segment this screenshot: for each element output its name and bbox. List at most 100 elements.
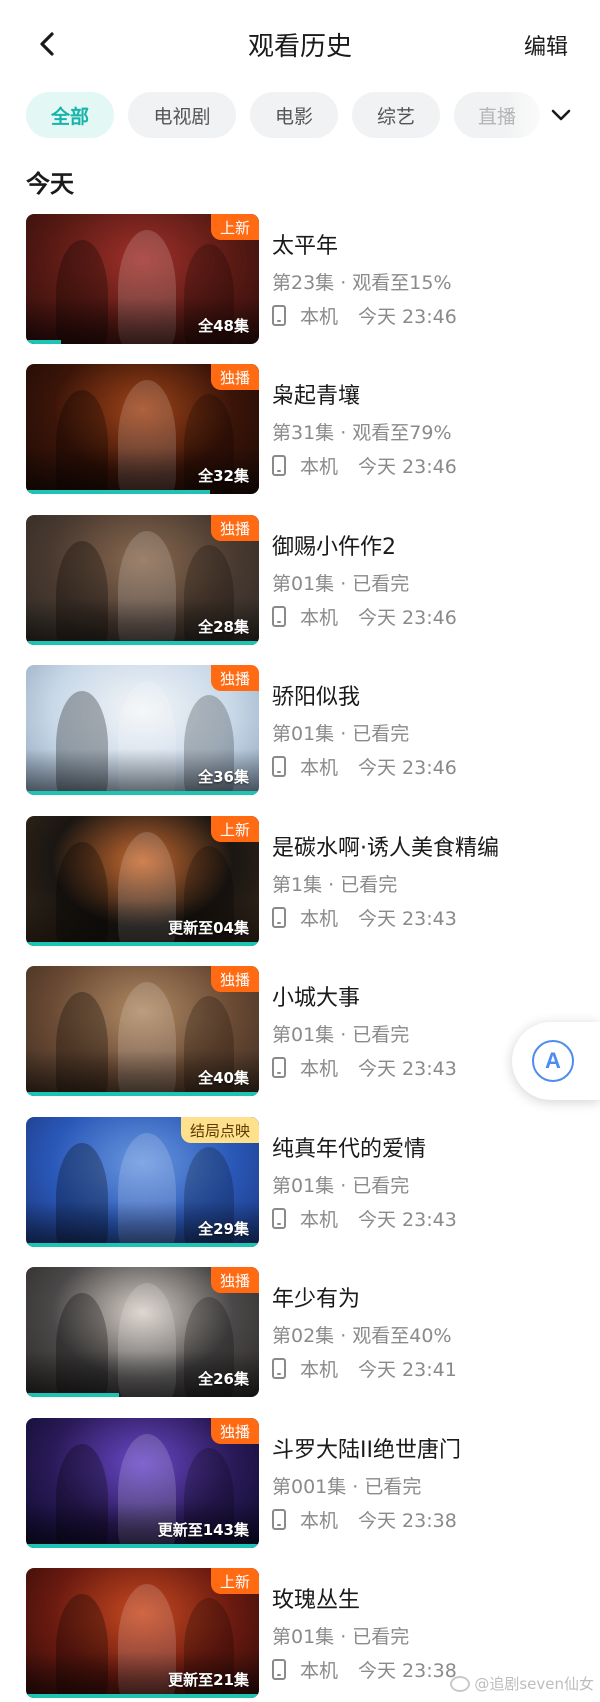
chevron-down-icon[interactable] [548, 102, 574, 128]
episode-progress-text: 第23集 · 观看至15% [272, 272, 452, 294]
device-row: 本机 今天 23:46 [272, 603, 457, 630]
phone-icon [272, 756, 286, 777]
device-label: 本机 [300, 1209, 339, 1231]
episode-count: 全40集 [198, 1069, 249, 1087]
episode-progress-text: 第01集 · 已看完 [272, 1024, 410, 1046]
device-row: 本机 今天 23:38 [272, 1506, 457, 1533]
status-badge: 上新 [210, 214, 259, 240]
history-item[interactable]: 独播 全40集 小城大事 第01集 · 已看完 本机 今天 23:43 [0, 966, 600, 1096]
episode-progress-text: 第01集 · 已看完 [272, 723, 410, 745]
poster-thumbnail[interactable]: 上新 更新至04集 [26, 816, 259, 946]
device-label: 本机 [300, 1359, 339, 1381]
status-badge: 独播 [210, 966, 259, 992]
watch-progress-bar [26, 340, 259, 344]
item-info: 斗罗大陆II绝世唐门 第001集 · 已看完 本机 今天 23:38 [272, 1418, 592, 1548]
show-title: 玫瑰丛生 [272, 1588, 361, 1613]
show-title: 纯真年代的爱情 [272, 1137, 427, 1162]
device-row: 本机 今天 23:43 [272, 904, 457, 931]
history-item[interactable]: 独播 全28集 御赐小仵作2 第01集 · 已看完 本机 今天 23:46 [0, 515, 600, 645]
show-title: 是碳水啊·诱人美食精编 [272, 836, 499, 861]
watch-progress-bar [26, 791, 259, 795]
phone-icon [272, 455, 286, 476]
watch-time: 今天 23:41 [358, 1359, 457, 1381]
watch-progress-fill [26, 641, 259, 645]
show-title: 骄阳似我 [272, 685, 361, 710]
phone-icon [272, 606, 286, 627]
section-title-today: 今天 [26, 170, 74, 198]
history-item[interactable]: 上新 更新至04集 是碳水啊·诱人美食精编 第1集 · 已看完 本机 今天 23… [0, 816, 600, 946]
history-item[interactable]: 独播 全32集 枭起青壤 第31集 · 观看至79% 本机 今天 23:46 [0, 364, 600, 494]
status-badge: 独播 [210, 1418, 259, 1444]
watch-progress-fill [26, 1092, 259, 1096]
poster-thumbnail[interactable]: 独播 全40集 [26, 966, 259, 1096]
phone-icon [272, 1057, 286, 1078]
history-item[interactable]: 上新 全48集 太平年 第23集 · 观看至15% 本机 今天 23:46 [0, 214, 600, 344]
device-row: 本机 今天 23:38 [272, 1656, 457, 1683]
floating-scan-button[interactable]: A [512, 1022, 600, 1100]
history-item[interactable]: 独播 全36集 骄阳似我 第01集 · 已看完 本机 今天 23:46 [0, 665, 600, 795]
watch-progress-bar [26, 1544, 259, 1548]
device-row: 本机 今天 23:46 [272, 753, 457, 780]
poster-thumbnail[interactable]: 上新 更新至21集 [26, 1568, 259, 1698]
history-item[interactable]: 独播 更新至143集 斗罗大陆II绝世唐门 第001集 · 已看完 本机 今天 … [0, 1418, 600, 1548]
history-item[interactable]: 结局点映 全29集 纯真年代的爱情 第01集 · 已看完 本机 今天 23:43 [0, 1117, 600, 1247]
filter-chip-variety[interactable]: 综艺 [352, 92, 440, 138]
status-badge: 上新 [210, 1568, 259, 1594]
poster-thumbnail[interactable]: 独播 更新至143集 [26, 1418, 259, 1548]
watch-progress-bar [26, 641, 259, 645]
history-item[interactable]: 独播 全26集 年少有为 第02集 · 观看至40% 本机 今天 23:41 [0, 1267, 600, 1397]
watch-time: 今天 23:46 [358, 456, 457, 478]
watch-progress-fill [26, 1243, 259, 1247]
filter-chip-all[interactable]: 全部 [26, 92, 114, 138]
item-info: 是碳水啊·诱人美食精编 第1集 · 已看完 本机 今天 23:43 [272, 816, 592, 946]
episode-count: 全28集 [198, 618, 249, 636]
show-title: 小城大事 [272, 986, 361, 1011]
device-label: 本机 [300, 1510, 339, 1532]
poster-thumbnail[interactable]: 独播 全28集 [26, 515, 259, 645]
episode-progress-text: 第02集 · 观看至40% [272, 1325, 452, 1347]
watch-time: 今天 23:46 [358, 306, 457, 328]
show-title: 太平年 [272, 234, 339, 259]
poster-thumbnail[interactable]: 独播 全36集 [26, 665, 259, 795]
device-label: 本机 [300, 306, 339, 328]
show-title: 御赐小仵作2 [272, 535, 396, 560]
filter-chip-live[interactable]: 直播 [454, 92, 540, 138]
edit-button[interactable]: 编辑 [524, 29, 568, 61]
watch-time: 今天 23:38 [358, 1660, 457, 1682]
filter-bar: 全部 电视剧 电影 综艺 直播 [0, 92, 600, 142]
item-info: 枭起青壤 第31集 · 观看至79% 本机 今天 23:46 [272, 364, 592, 494]
device-row: 本机 今天 23:41 [272, 1355, 457, 1382]
watermark-text: @追剧seven仙女 [474, 1675, 594, 1693]
phone-icon [272, 907, 286, 928]
poster-thumbnail[interactable]: 独播 全26集 [26, 1267, 259, 1397]
status-badge: 独播 [210, 364, 259, 390]
episode-progress-text: 第01集 · 已看完 [272, 573, 410, 595]
watch-time: 今天 23:43 [358, 1209, 457, 1231]
poster-thumbnail[interactable]: 独播 全32集 [26, 364, 259, 494]
poster-thumbnail[interactable]: 上新 全48集 [26, 214, 259, 344]
status-badge: 独播 [210, 515, 259, 541]
watch-progress-fill [26, 490, 211, 494]
show-title: 枭起青壤 [272, 384, 361, 409]
phone-icon [272, 1358, 286, 1379]
device-label: 本机 [300, 1660, 339, 1682]
phone-icon [272, 1659, 286, 1680]
device-label: 本机 [300, 1058, 339, 1080]
episode-count: 全36集 [198, 768, 249, 786]
watch-time: 今天 23:43 [358, 908, 457, 930]
filter-chip-tv[interactable]: 电视剧 [128, 92, 236, 138]
poster-thumbnail[interactable]: 结局点映 全29集 [26, 1117, 259, 1247]
watch-progress-fill [26, 1393, 120, 1397]
episode-count: 更新至21集 [168, 1671, 249, 1689]
watch-progress-fill [26, 340, 61, 344]
item-info: 太平年 第23集 · 观看至15% 本机 今天 23:46 [272, 214, 592, 344]
episode-count: 全48集 [198, 317, 249, 335]
phone-icon [272, 305, 286, 326]
status-badge: 独播 [210, 1267, 259, 1293]
episode-count: 更新至04集 [168, 919, 249, 937]
top-nav-bar: 观看历史 编辑 [0, 0, 600, 88]
watch-progress-fill [26, 1544, 259, 1548]
item-info: 年少有为 第02集 · 观看至40% 本机 今天 23:41 [272, 1267, 592, 1397]
watermark: @追剧seven仙女 [450, 1673, 594, 1694]
filter-chip-movie[interactable]: 电影 [250, 92, 338, 138]
